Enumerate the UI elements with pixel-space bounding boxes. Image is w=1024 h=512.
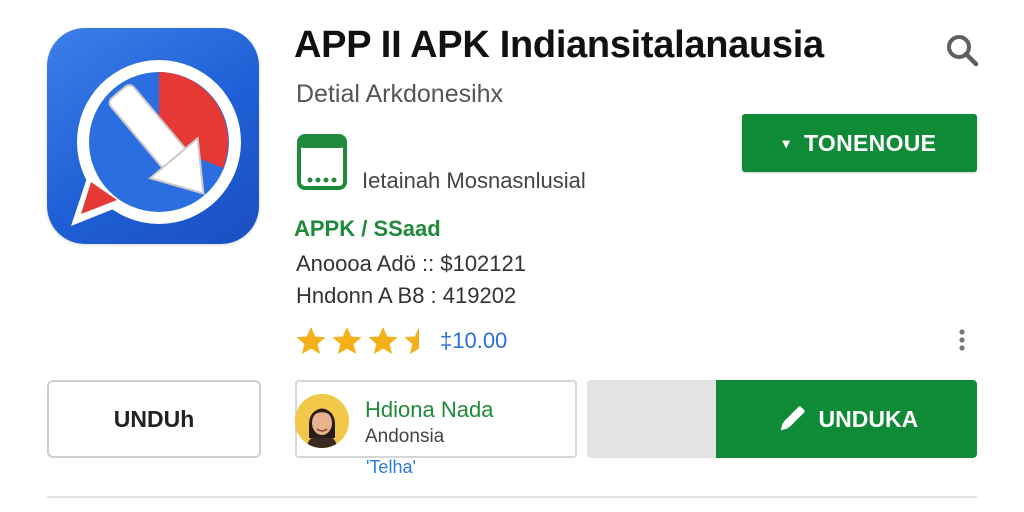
developer-name: Hdiona Nada xyxy=(365,397,494,422)
app-icon xyxy=(47,28,259,244)
rating-value: ‡10.00 xyxy=(440,328,508,353)
caret-down-icon: ▾ xyxy=(782,134,790,151)
app-category[interactable]: APPK / SSaad xyxy=(294,216,441,242)
install-button[interactable]: ▾ TONENOUE xyxy=(742,114,977,172)
developer-link[interactable]: 'Telha' xyxy=(366,457,416,478)
download-button[interactable]: UNDUKA xyxy=(715,380,977,458)
rating-stars xyxy=(295,325,435,357)
download-button-label: UNDUKA xyxy=(818,405,919,432)
developer-country: Andonsia xyxy=(365,426,445,447)
info-line-1: Anoooa Adö :: $102121 xyxy=(296,251,526,276)
star-icon xyxy=(332,327,362,354)
divider xyxy=(47,496,977,498)
avatar xyxy=(295,394,349,448)
star-icon xyxy=(404,327,434,354)
install-button-label: TONENOUE xyxy=(804,129,937,156)
pencil-icon xyxy=(775,402,809,436)
calendar-icon xyxy=(296,130,348,192)
more-options-icon[interactable] xyxy=(955,328,969,352)
app-title: APP II APK Indiansitalanausia xyxy=(294,24,824,66)
info-line-2: Hndonn A B8 : 419202 xyxy=(296,283,517,308)
calendar-label: Ietainah Mosnasnlusial xyxy=(362,168,586,193)
star-icon xyxy=(296,327,326,354)
search-icon[interactable] xyxy=(944,32,980,68)
download-progress[interactable]: UNDUKA xyxy=(587,380,977,458)
unduh-button[interactable]: UNDUh xyxy=(47,380,261,458)
app-subtitle: Detial Arkdonesihx xyxy=(296,80,504,108)
star-icon xyxy=(368,327,398,354)
